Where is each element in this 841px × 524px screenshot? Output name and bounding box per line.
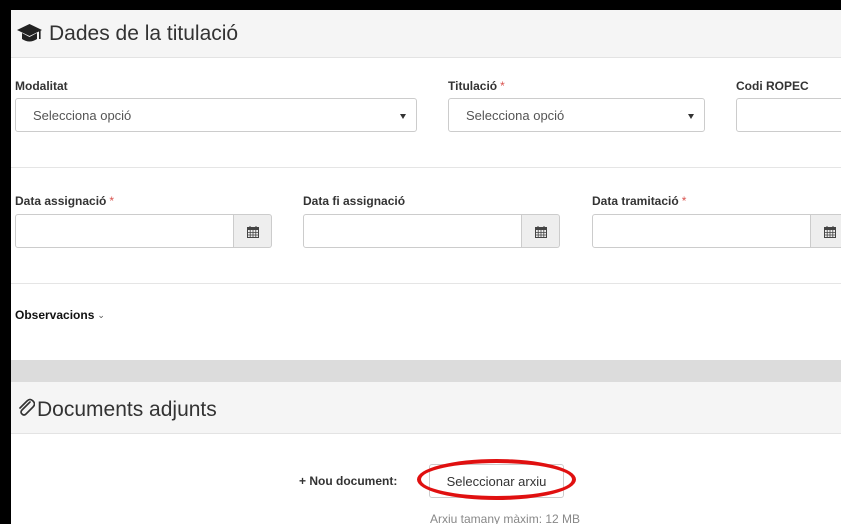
titulacio-select-value: Selecciona opció	[466, 108, 565, 123]
titulacio-select[interactable]: Selecciona opció	[448, 98, 705, 132]
nou-document-label: + Nou document:	[299, 474, 398, 488]
graduation-cap-icon	[17, 24, 42, 49]
screen-border-left	[0, 0, 11, 524]
section-separator	[11, 360, 841, 382]
chevron-down-icon: ⌄	[97, 310, 105, 320]
modalitat-select[interactable]: Selecciona opció	[15, 98, 417, 132]
documents-section-title: Documents adjunts	[37, 398, 217, 421]
codi-ropec-label: Codi ROPEC	[736, 79, 809, 93]
observacions-toggle[interactable]: Observacions ⌄	[15, 308, 105, 322]
row-divider	[11, 167, 841, 168]
dropdown-caret-icon	[400, 114, 406, 119]
modalitat-label: Modalitat	[15, 79, 68, 93]
data-tramitacio-label: Data tramitació *	[592, 194, 687, 208]
titulacio-section-title: Dades de la titulació	[49, 22, 239, 45]
max-file-size-hint: Arxiu tamany màxim: 12 MB	[430, 512, 581, 524]
data-fi-assignacio-input[interactable]	[303, 214, 522, 248]
required-asterisk: *	[681, 194, 687, 208]
paperclip-icon	[17, 398, 36, 423]
titulacio-label: Titulació *	[448, 79, 505, 93]
data-fi-assignacio-calendar-button[interactable]	[522, 214, 560, 248]
screen-border-top	[0, 0, 841, 10]
form-content: Dades de la titulació Modalitat Seleccio…	[11, 10, 841, 524]
dropdown-caret-icon	[688, 114, 694, 119]
data-assignacio-input[interactable]	[15, 214, 234, 248]
select-file-button[interactable]: Seleccionar arxiu	[429, 464, 564, 498]
titulacio-panel-header: Dades de la titulació	[11, 10, 841, 58]
codi-ropec-input[interactable]	[736, 98, 841, 132]
documents-panel-header: Documents adjunts	[11, 382, 841, 434]
required-asterisk: *	[109, 194, 115, 208]
modalitat-select-value: Selecciona opció	[33, 108, 132, 123]
data-tramitacio-input[interactable]	[592, 214, 811, 248]
calendar-icon	[824, 226, 836, 238]
calendar-icon	[535, 226, 547, 238]
row-divider	[11, 283, 841, 284]
observacions-label: Observacions	[15, 308, 95, 322]
data-assignacio-label: Data assignació *	[15, 194, 115, 208]
calendar-icon	[247, 226, 259, 238]
data-assignacio-calendar-button[interactable]	[234, 214, 272, 248]
required-asterisk: *	[500, 79, 505, 93]
data-fi-assignacio-label: Data fi assignació	[303, 194, 406, 208]
data-tramitacio-calendar-button[interactable]	[811, 214, 841, 248]
